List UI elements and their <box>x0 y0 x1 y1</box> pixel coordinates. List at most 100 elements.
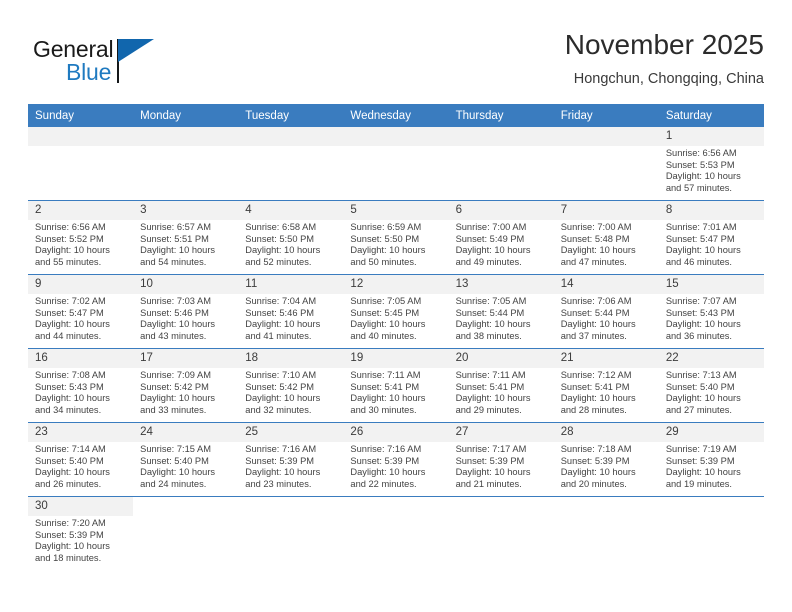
daylight-duration-line2: and 24 minutes. <box>140 478 207 489</box>
daylight-duration-line2: and 27 minutes. <box>665 404 732 415</box>
page-title: November 2025 <box>564 29 764 60</box>
calendar-day-cell[interactable]: 11 Sunrise: 7:04 AM Sunset: 5:46 PM Dayligh… <box>238 274 344 349</box>
sunrise-time: Sunrise: 7:11 AM <box>455 370 526 380</box>
day-number: 18 <box>238 349 344 368</box>
day-number: 27 <box>448 423 554 442</box>
daylight-duration-line2: and 19 minutes. <box>665 478 732 489</box>
day-number <box>343 127 449 146</box>
calendar-day-cell[interactable]: 28 Sunrise: 7:18 AM Sunset: 5:39 PM Dayligh… <box>553 422 659 497</box>
day-cell-inner: 7 Sunrise: 7:00 AM Sunset: 5:48 PM Daylight… <box>553 201 659 274</box>
day-cell-inner: 17 Sunrise: 7:09 AM Sunset: 5:42 PM Dayligh… <box>133 349 239 422</box>
day-sun-info: Sunrise: 6:56 AM Sunset: 5:53 PM Daylight:… <box>659 146 764 194</box>
sunrise-time: Sunrise: 7:16 AM <box>350 444 422 454</box>
day-number <box>238 127 344 146</box>
daylight-duration-line2: and 43 minutes. <box>140 330 207 341</box>
calendar-day-cell[interactable]: 23 Sunrise: 7:14 AM Sunset: 5:40 PM Dayligh… <box>28 422 134 497</box>
sunset-time: Sunset: 5:44 PM <box>560 307 630 318</box>
day-number: 6 <box>448 201 554 220</box>
day-cell-inner: 2 Sunrise: 6:56 AM Sunset: 5:52 PM Daylight… <box>28 201 134 274</box>
day-number: 1 <box>658 127 764 146</box>
calendar-day-cell[interactable]: 8 Sunrise: 7:01 AM Sunset: 5:47 PM Daylight… <box>658 200 764 275</box>
sunset-time: Sunset: 5:43 PM <box>35 381 104 392</box>
calendar-day-cell[interactable]: 10 Sunrise: 7:03 AM Sunset: 5:46 PM Dayligh… <box>133 274 239 349</box>
day-sun-info: Sunrise: 6:56 AM Sunset: 5:52 PM Daylight:… <box>28 220 133 268</box>
daylight-duration-line2: and 46 minutes. <box>665 256 732 267</box>
sunrise-time: Sunrise: 7:08 AM <box>35 370 106 380</box>
calendar-day-cell[interactable]: 5 Sunrise: 6:59 AM Sunset: 5:50 PM Daylight… <box>343 200 449 275</box>
day-number: 12 <box>343 275 449 294</box>
daylight-duration-line2: and 18 minutes. <box>35 552 102 563</box>
sunrise-time: Sunrise: 7:13 AM <box>665 370 737 380</box>
calendar-day-cell[interactable]: 20 Sunrise: 7:11 AM Sunset: 5:41 PM Dayligh… <box>448 348 554 423</box>
day-number: 22 <box>658 349 764 368</box>
day-cell-inner: 18 Sunrise: 7:10 AM Sunset: 5:42 PM Dayligh… <box>238 349 344 422</box>
daylight-duration-line1: Daylight: 10 hours <box>35 541 110 552</box>
calendar-day-cell[interactable]: 3 Sunrise: 6:57 AM Sunset: 5:51 PM Daylight… <box>133 200 239 275</box>
calendar-day-cell[interactable]: 25 Sunrise: 7:16 AM Sunset: 5:39 PM Dayligh… <box>238 422 344 497</box>
day-cell-inner: 12 Sunrise: 7:05 AM Sunset: 5:45 PM Dayligh… <box>343 275 449 348</box>
day-sun-info: Sunrise: 7:02 AM Sunset: 5:47 PM Daylight:… <box>28 294 133 342</box>
sunrise-time: Sunrise: 7:06 AM <box>560 296 632 306</box>
calendar-day-cell[interactable]: 2 Sunrise: 6:56 AM Sunset: 5:52 PM Daylight… <box>28 200 134 275</box>
calendar-day-cell[interactable]: 30 Sunrise: 7:20 AM Sunset: 5:39 PM Dayligh… <box>28 496 134 570</box>
calendar-day-cell[interactable]: 17 Sunrise: 7:09 AM Sunset: 5:42 PM Dayligh… <box>133 348 239 423</box>
sunset-time: Sunset: 5:39 PM <box>350 455 420 466</box>
sunrise-time: Sunrise: 6:57 AM <box>140 222 211 232</box>
calendar-day-cell-empty <box>133 496 239 570</box>
day-cell-inner <box>343 127 449 200</box>
sunrise-time: Sunrise: 7:19 AM <box>665 444 737 454</box>
sunrise-time: Sunrise: 7:01 AM <box>665 222 737 232</box>
day-sun-info: Sunrise: 6:57 AM Sunset: 5:51 PM Daylight:… <box>133 220 238 268</box>
calendar-day-cell[interactable]: 1 Sunrise: 6:56 AM Sunset: 5:53 PM Daylight… <box>658 127 764 201</box>
calendar-day-cell[interactable]: 12 Sunrise: 7:05 AM Sunset: 5:45 PM Dayligh… <box>343 274 449 349</box>
sunrise-time: Sunrise: 7:16 AM <box>245 444 317 454</box>
day-number: 13 <box>448 275 554 294</box>
day-cell-inner <box>343 497 448 570</box>
calendar-day-cell[interactable]: 9 Sunrise: 7:02 AM Sunset: 5:47 PM Daylight… <box>28 274 134 349</box>
calendar-day-cell[interactable]: 4 Sunrise: 6:58 AM Sunset: 5:50 PM Daylight… <box>238 200 344 275</box>
calendar-day-cell[interactable]: 15 Sunrise: 7:07 AM Sunset: 5:43 PM Dayligh… <box>658 274 764 349</box>
day-number: 17 <box>133 349 239 368</box>
daylight-duration-line1: Daylight: 10 hours <box>350 467 426 478</box>
calendar-day-cell[interactable]: 27 Sunrise: 7:17 AM Sunset: 5:39 PM Dayligh… <box>448 422 554 497</box>
day-cell-inner: 10 Sunrise: 7:03 AM Sunset: 5:46 PM Dayligh… <box>133 275 239 348</box>
calendar-day-cell[interactable]: 14 Sunrise: 7:06 AM Sunset: 5:44 PM Dayligh… <box>553 274 659 349</box>
sunset-time: Sunset: 5:41 PM <box>560 381 630 392</box>
sunrise-time: Sunrise: 7:20 AM <box>35 518 106 528</box>
brand-logo[interactable]: General Blue <box>33 36 213 92</box>
sunset-time: Sunset: 5:42 PM <box>245 381 315 392</box>
day-number <box>448 127 554 146</box>
calendar-day-cell[interactable]: 7 Sunrise: 7:00 AM Sunset: 5:48 PM Daylight… <box>553 200 659 275</box>
weekday-header-tuesday: Tuesday <box>238 104 344 127</box>
daylight-duration-line2: and 57 minutes. <box>665 182 732 193</box>
daylight-duration-line2: and 41 minutes. <box>245 330 312 341</box>
day-cell-inner: 26 Sunrise: 7:16 AM Sunset: 5:39 PM Dayligh… <box>343 423 449 496</box>
sunset-time: Sunset: 5:43 PM <box>665 307 735 318</box>
day-cell-inner: 21 Sunrise: 7:12 AM Sunset: 5:41 PM Dayligh… <box>553 349 659 422</box>
day-sun-info: Sunrise: 7:18 AM Sunset: 5:39 PM Daylight:… <box>554 442 659 490</box>
day-cell-inner: 29 Sunrise: 7:19 AM Sunset: 5:39 PM Dayligh… <box>658 423 764 496</box>
calendar-day-cell[interactable]: 21 Sunrise: 7:12 AM Sunset: 5:41 PM Dayligh… <box>553 348 659 423</box>
calendar-day-cell[interactable]: 26 Sunrise: 7:16 AM Sunset: 5:39 PM Dayligh… <box>343 422 449 497</box>
day-cell-inner: 28 Sunrise: 7:18 AM Sunset: 5:39 PM Dayligh… <box>553 423 659 496</box>
calendar-day-cell[interactable]: 13 Sunrise: 7:05 AM Sunset: 5:44 PM Dayligh… <box>448 274 554 349</box>
daylight-duration-line1: Daylight: 10 hours <box>560 467 636 478</box>
calendar-day-cell[interactable]: 16 Sunrise: 7:08 AM Sunset: 5:43 PM Dayligh… <box>28 348 134 423</box>
daylight-duration-line1: Daylight: 10 hours <box>35 467 110 478</box>
weekday-header-sunday: Sunday <box>28 104 134 127</box>
calendar-day-cell[interactable]: 6 Sunrise: 7:00 AM Sunset: 5:49 PM Daylight… <box>448 200 554 275</box>
calendar-day-cell[interactable]: 18 Sunrise: 7:10 AM Sunset: 5:42 PM Dayligh… <box>238 348 344 423</box>
calendar-day-cell[interactable]: 19 Sunrise: 7:11 AM Sunset: 5:41 PM Dayligh… <box>343 348 449 423</box>
calendar-day-cell[interactable]: 22 Sunrise: 7:13 AM Sunset: 5:40 PM Dayligh… <box>658 348 764 423</box>
day-number: 23 <box>28 423 134 442</box>
sunset-time: Sunset: 5:49 PM <box>455 233 525 244</box>
day-number <box>133 127 239 146</box>
calendar-day-cell[interactable]: 29 Sunrise: 7:19 AM Sunset: 5:39 PM Dayligh… <box>658 422 764 497</box>
daylight-duration-line1: Daylight: 10 hours <box>35 319 110 330</box>
calendar-day-cell[interactable]: 24 Sunrise: 7:15 AM Sunset: 5:40 PM Dayligh… <box>133 422 239 497</box>
day-number: 15 <box>658 275 764 294</box>
calendar-day-cell-empty <box>553 496 659 570</box>
day-number: 26 <box>343 423 449 442</box>
day-sun-info: Sunrise: 7:01 AM Sunset: 5:47 PM Daylight:… <box>659 220 764 268</box>
day-cell-inner: 4 Sunrise: 6:58 AM Sunset: 5:50 PM Daylight… <box>238 201 344 274</box>
